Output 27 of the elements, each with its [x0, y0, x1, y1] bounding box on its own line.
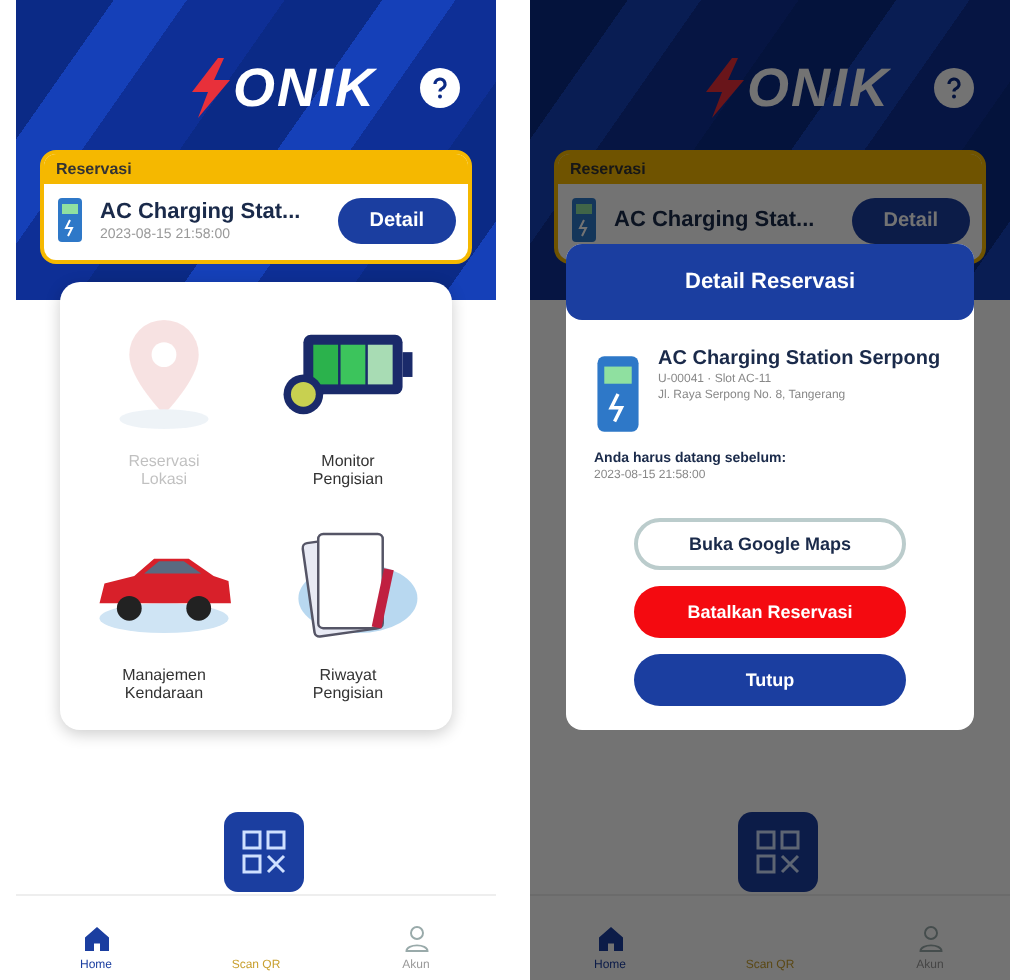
dialog-button[interactable]: Tutup: [634, 654, 906, 706]
card-label: Reservasi: [44, 154, 468, 184]
detail-button[interactable]: Detail: [337, 197, 456, 243]
app-logo: ONIK: [747, 57, 890, 119]
station-name: AC Charging Stat...: [614, 208, 817, 232]
dialog-title: Detail Reservasi: [566, 244, 974, 320]
detail-button[interactable]: Detail: [851, 197, 970, 243]
app-logo: ONIK: [233, 57, 376, 119]
scan-button[interactable]: [224, 812, 304, 892]
dialog-button[interactable]: Batalkan Reservasi: [634, 586, 906, 638]
user-icon: [915, 924, 945, 954]
charging-station-icon: [570, 196, 598, 244]
station-name: AC Charging Stat...: [100, 199, 303, 223]
user-icon: [401, 924, 431, 954]
qr-code-icon: [238, 826, 290, 878]
dialog-button[interactable]: Buka Google Maps: [634, 518, 906, 570]
menu-item[interactable]: Manajemen Kendaraan: [72, 524, 256, 702]
menu-item[interactable]: Riwayat Pengisian: [256, 524, 440, 702]
question-icon: [942, 76, 966, 100]
qr-code-icon: [752, 826, 804, 878]
question-icon: [428, 76, 452, 100]
menu-item[interactable]: Monitor Pengisian: [256, 310, 440, 488]
card-label: Reservasi: [558, 154, 982, 184]
home-icon: [595, 924, 625, 954]
station-name: AC Charging Station Serpong: [658, 348, 941, 370]
home-icon: [81, 924, 111, 954]
charging-station-icon: [56, 196, 84, 244]
